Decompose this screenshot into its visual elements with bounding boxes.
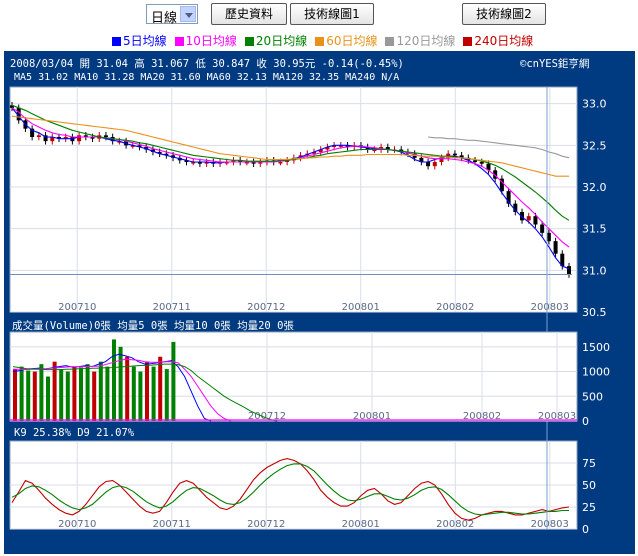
volume-bar (92, 371, 97, 421)
candle-body (526, 216, 531, 221)
candle-body (36, 135, 41, 137)
y-tick-label: 0 (582, 523, 589, 536)
x-tick-label: 200711 (153, 519, 191, 530)
volume-bar (59, 369, 64, 421)
volume-bar (85, 364, 90, 421)
volume-bar (26, 370, 31, 421)
candle-body (540, 224, 545, 233)
y-tick-label: 50 (582, 479, 596, 492)
x-tick-label: 200710 (58, 302, 96, 313)
volume-bar (19, 366, 24, 421)
volume-bar (79, 367, 83, 421)
x-tick-label: 200803 (531, 302, 569, 313)
candle-body (479, 162, 484, 164)
y-tick-label: 75 (582, 457, 596, 470)
volume-bar (32, 371, 37, 421)
volume-bar (52, 361, 57, 421)
volume-bar (171, 341, 176, 421)
volume-bar (105, 366, 110, 421)
x-tick-label: 200803 (531, 519, 569, 530)
x-tick-label: 200802 (436, 302, 474, 313)
candle-body (567, 266, 571, 275)
candle-body (426, 162, 431, 167)
y-tick-label: 33.0 (582, 98, 607, 111)
volume-bar (131, 366, 136, 421)
y-tick-label: 31.5 (582, 223, 607, 236)
candle-body (533, 216, 538, 225)
y-tick-label: 32.0 (582, 181, 607, 194)
x-tick-label: 200711 (153, 302, 191, 313)
volume-bar (138, 371, 143, 421)
x-tick-label: 200712 (247, 519, 285, 530)
x-tick-label: 200801 (342, 302, 380, 313)
y-tick-label: 32.5 (582, 139, 607, 152)
volume-bar (39, 364, 44, 421)
y-tick-label: 25 (582, 501, 596, 514)
volume-bar (158, 356, 163, 421)
candle-body (553, 241, 558, 254)
y-tick-label: 1000 (582, 366, 610, 379)
candle-body (103, 135, 108, 137)
volume-bar (112, 339, 116, 421)
candle-body (77, 135, 82, 142)
candle-body (278, 162, 283, 164)
volume-bar (72, 366, 77, 421)
x-tick-label: 200710 (58, 519, 96, 530)
x-tick-label: 200801 (342, 519, 380, 530)
chart-svg: 200710 200711 200712 200801 200802 200803 30.5… (9, 86, 610, 536)
y-tick-label: 500 (582, 390, 603, 403)
y-tick-label: 0 (582, 415, 589, 428)
y-tick-label: 30.5 (582, 306, 607, 319)
x-tick-label: 200712 (247, 302, 285, 313)
price-plot-area (9, 86, 578, 313)
volume-bar (145, 361, 149, 421)
candle-body (473, 160, 478, 162)
volume-bar (164, 369, 169, 421)
volume-bar (118, 346, 123, 421)
y-tick-label: 31.0 (582, 264, 607, 277)
volume-bar (65, 371, 70, 421)
kd-panel: 200710 200711 200712 200801 200802 200803 0255… (9, 440, 596, 536)
volume-panel: 200712 200801 200802 200803 050010001500 (9, 331, 610, 428)
candle-body (452, 153, 457, 156)
candle-body (432, 162, 437, 167)
volume-bar (151, 366, 156, 421)
volume-bar (98, 361, 103, 421)
volume-bar (13, 369, 17, 421)
y-tick-label: 1500 (582, 341, 610, 354)
volume-bar (46, 376, 50, 421)
